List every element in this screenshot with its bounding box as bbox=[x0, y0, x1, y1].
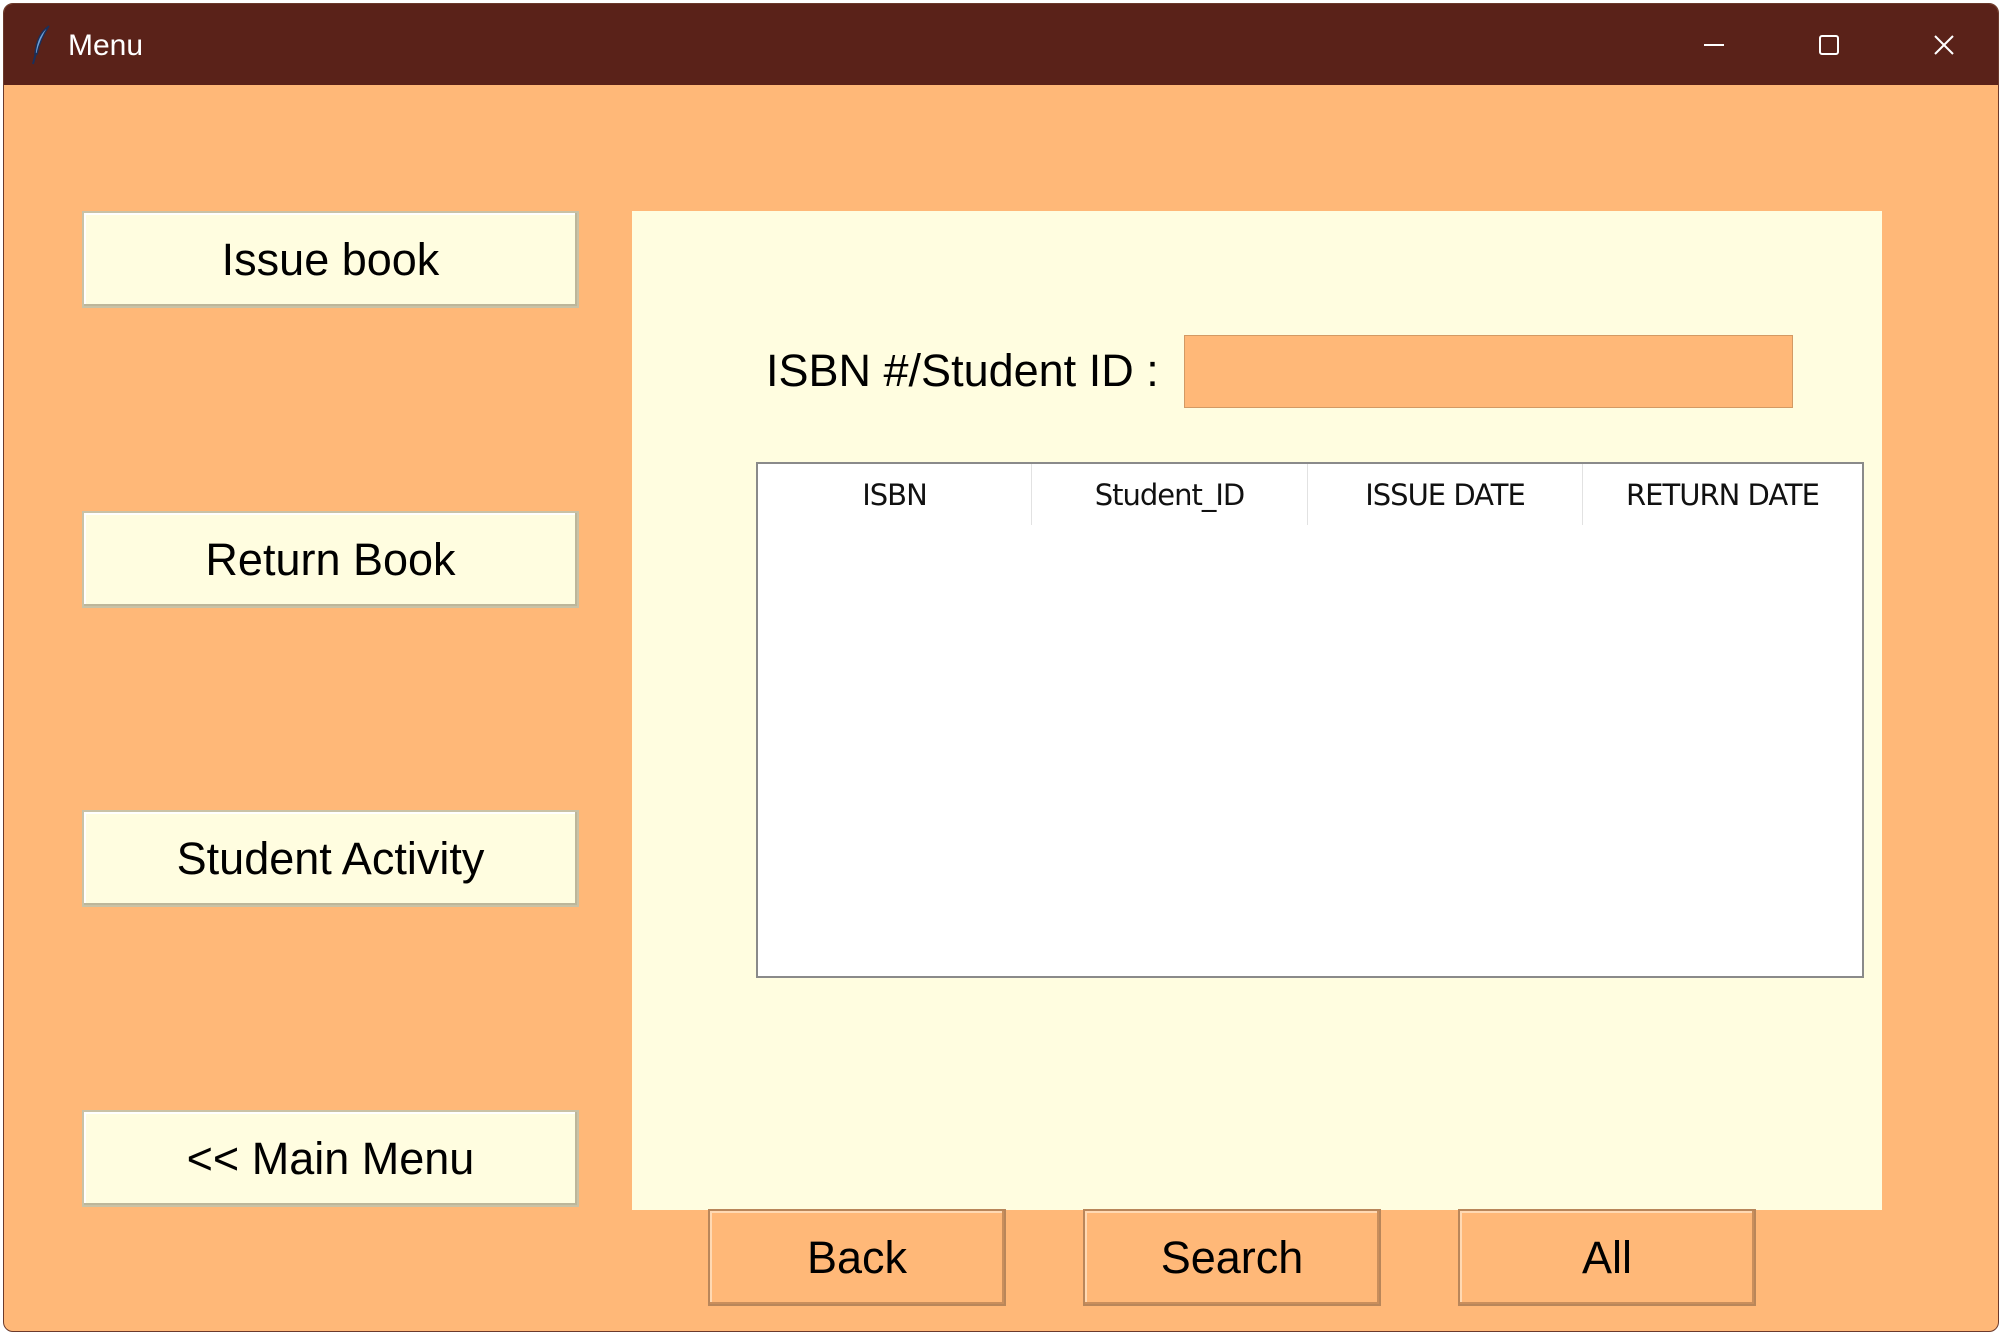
column-header-student-id[interactable]: Student_ID bbox=[1032, 464, 1308, 525]
feather-icon bbox=[32, 25, 50, 65]
student-activity-button[interactable]: Student Activity bbox=[82, 810, 579, 907]
back-button[interactable]: Back bbox=[708, 1209, 1006, 1306]
column-header-isbn[interactable]: ISBN bbox=[758, 464, 1032, 525]
close-button[interactable] bbox=[1886, 4, 1998, 85]
search-button[interactable]: Search bbox=[1083, 1209, 1381, 1306]
issue-book-button[interactable]: Issue book bbox=[82, 211, 579, 308]
close-icon bbox=[1933, 34, 1954, 55]
column-header-return-date[interactable]: RETURN DATE bbox=[1583, 464, 1862, 525]
column-header-issue-date[interactable]: ISSUE DATE bbox=[1308, 464, 1583, 525]
search-label: ISBN #/Student ID : bbox=[766, 345, 1159, 396]
return-book-button[interactable]: Return Book bbox=[82, 511, 579, 608]
maximize-icon bbox=[1818, 34, 1839, 55]
isbn-student-id-input[interactable] bbox=[1184, 335, 1793, 408]
minimize-button[interactable] bbox=[1656, 4, 1771, 85]
minimize-icon bbox=[1703, 43, 1724, 46]
table-header: ISBN Student_ID ISSUE DATE RETURN DATE bbox=[758, 464, 1862, 525]
app-window: Menu Issue book Return Book Student Acti… bbox=[3, 3, 1999, 1332]
main-menu-button[interactable]: << Main Menu bbox=[82, 1110, 579, 1207]
main-content: Issue book Return Book Student Activity … bbox=[6, 87, 1996, 1329]
maximize-button[interactable] bbox=[1771, 4, 1886, 85]
activity-panel: ISBN #/Student ID : ISBN Student_ID ISSU… bbox=[632, 211, 1882, 1306]
all-button[interactable]: All bbox=[1458, 1209, 1756, 1306]
title-bar[interactable]: Menu bbox=[4, 4, 1998, 85]
window-title: Menu bbox=[68, 29, 144, 62]
activity-table[interactable]: ISBN Student_ID ISSUE DATE RETURN DATE bbox=[756, 462, 1864, 978]
